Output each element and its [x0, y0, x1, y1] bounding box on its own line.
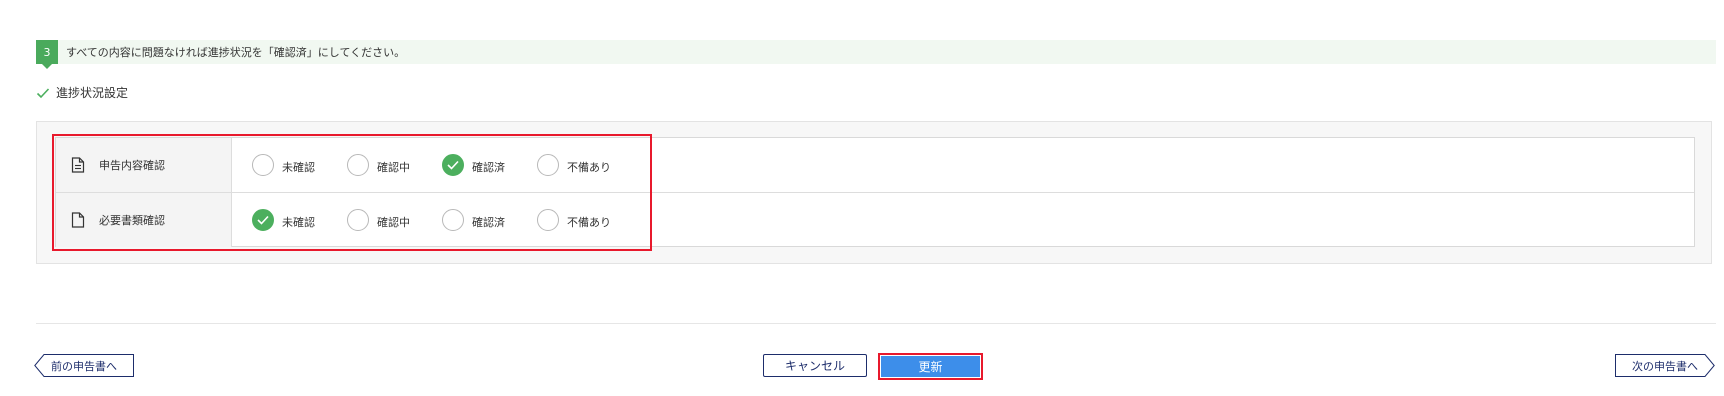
row-label-text: 申告内容確認	[99, 159, 165, 172]
radio-option-in-progress[interactable]: 確認中	[347, 209, 442, 231]
cancel-button-label: キャンセル	[784, 359, 845, 373]
radio-option-unconfirmed[interactable]: 未確認	[252, 154, 347, 176]
section-title-label: 進捗状況設定	[56, 86, 129, 100]
check-icon	[447, 160, 459, 170]
radio-group: 未確認 確認中 確認済 不備あり	[232, 138, 632, 192]
row-label-cell: 申告内容確認	[56, 138, 232, 192]
update-button-inner: 更新	[881, 356, 980, 377]
update-button-label: 更新	[918, 360, 943, 374]
radio-button[interactable]	[442, 154, 464, 176]
radio-label: 未確認	[282, 216, 315, 229]
next-declaration-label: 次の申告書へ	[1632, 359, 1698, 373]
document-icon	[71, 212, 85, 228]
status-row-declaration: 申告内容確認 未確認 確認中 確認済 不備あり	[56, 138, 1694, 193]
radio-button[interactable]	[347, 154, 369, 176]
status-row-documents: 必要書類確認 未確認 確認中 確認済 不備あり	[56, 193, 1694, 247]
checkmark-icon	[36, 87, 50, 98]
radio-button[interactable]	[252, 154, 274, 176]
radio-label: 確認中	[377, 216, 410, 229]
cancel-button[interactable]: キャンセル	[763, 354, 867, 377]
row-label-cell: 必要書類確認	[56, 193, 232, 247]
radio-button[interactable]	[442, 209, 464, 231]
radio-button[interactable]	[537, 154, 559, 176]
step-banner: 3 すべての内容に問題なければ進捗状況を「確認済」にしてください。	[36, 40, 1716, 69]
radio-group: 未確認 確認中 確認済 不備あり	[232, 193, 632, 247]
prev-declaration-button[interactable]: 前の申告書へ	[34, 354, 134, 377]
section-title: 進捗状況設定	[36, 84, 128, 101]
check-icon	[257, 215, 269, 225]
radio-button[interactable]	[537, 209, 559, 231]
progress-status-panel: 申告内容確認 未確認 確認中 確認済 不備あり 必要書類確認 未確認 確認中 確…	[36, 121, 1712, 264]
document-lines-icon	[71, 157, 85, 173]
radio-label: 確認中	[377, 161, 410, 174]
radio-label: 確認済	[472, 216, 505, 229]
next-declaration-button[interactable]: 次の申告書へ	[1615, 354, 1715, 377]
step-instruction: すべての内容に問題なければ進捗状況を「確認済」にしてください。	[66, 46, 406, 59]
radio-option-unconfirmed[interactable]: 未確認	[252, 209, 347, 231]
radio-button[interactable]	[252, 209, 274, 231]
prev-declaration-label: 前の申告書へ	[51, 359, 117, 373]
radio-option-deficient[interactable]: 不備あり	[537, 209, 632, 231]
radio-button[interactable]	[347, 209, 369, 231]
update-button[interactable]: 更新	[878, 353, 983, 380]
radio-option-deficient[interactable]: 不備あり	[537, 154, 632, 176]
radio-option-confirmed[interactable]: 確認済	[442, 154, 537, 176]
step-number-badge: 3	[36, 40, 58, 69]
radio-option-confirmed[interactable]: 確認済	[442, 209, 537, 231]
row-label-text: 必要書類確認	[99, 214, 165, 227]
progress-status-table: 申告内容確認 未確認 確認中 確認済 不備あり 必要書類確認 未確認 確認中 確…	[55, 137, 1695, 247]
radio-label: 未確認	[282, 161, 315, 174]
radio-label: 不備あり	[567, 161, 611, 174]
divider	[36, 323, 1716, 324]
radio-label: 確認済	[472, 161, 505, 174]
radio-option-in-progress[interactable]: 確認中	[347, 154, 442, 176]
radio-label: 不備あり	[567, 216, 611, 229]
